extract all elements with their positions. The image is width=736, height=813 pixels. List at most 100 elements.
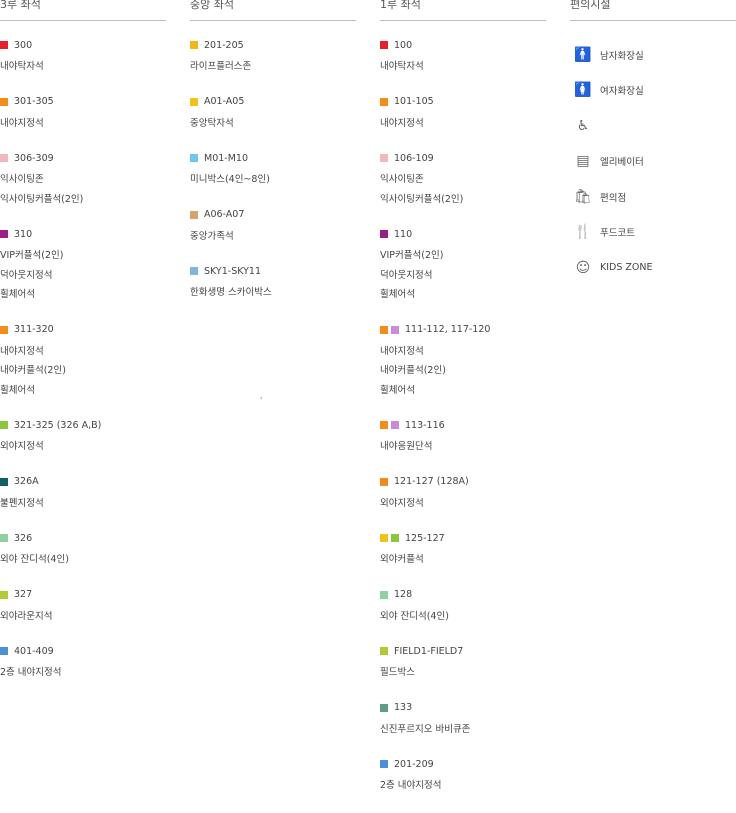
seat-type-label: 외야커플석	[380, 554, 424, 565]
color-swatch	[391, 325, 399, 334]
color-swatch	[190, 267, 198, 275]
section-code: 310	[14, 228, 33, 240]
seat-item-header: 111-112, 117-120	[380, 322, 546, 338]
seat-item: 128 외야 잔디석(4인)	[380, 587, 546, 627]
seat-list: 300 내야탁자석 301-305 내야지정석 306-309 익사이팅존 익사이팅커플석(…	[0, 37, 166, 683]
seat-type-label: 외야라운지석	[0, 610, 53, 622]
seat-item-header: M01-M10	[190, 150, 356, 166]
seat-item: 301-305 내야지정석	[0, 94, 166, 134]
seat-item: 101-105 내야지정석	[380, 94, 546, 134]
seat-item-header: 300	[0, 37, 166, 53]
section-code: 326A	[14, 476, 39, 487]
seat-item-header: A01-A05	[190, 94, 356, 110]
seat-type-label: 미니박스(4인~8인)	[190, 174, 270, 185]
seat-type-label: 익사이팅커플석(2인)	[0, 193, 84, 205]
section-code: 128	[394, 589, 413, 600]
seat-item-header: 125-127	[380, 530, 546, 546]
color-swatch	[190, 41, 198, 49]
seat-type-label: 익사이팅커플석(2인)	[380, 193, 464, 205]
facility-label: KIDS ZONE	[600, 262, 653, 274]
section-code: 201-205	[204, 39, 244, 51]
seat-item: 113-116 내야응원단석	[380, 417, 546, 457]
facility-item: 🚹 남자화장실	[570, 37, 736, 73]
facility-item: 🛍 편의점	[570, 179, 736, 215]
seat-item: 201-205 라이프플러스존	[190, 37, 356, 77]
seat-item: FIELD1-FIELD7 필드박스	[380, 643, 546, 683]
seat-type-label: 익사이팅존	[0, 174, 44, 185]
seat-item-header: 311-320	[0, 322, 166, 338]
seat-item: A01-A05 중앙탁자석	[190, 94, 356, 134]
color-swatch	[190, 154, 198, 162]
seat-type-label: VIP커플석(2인)	[380, 250, 444, 261]
seat-list: 100 내야탁자석 101-105 내야지정석 106-109 익사이팅존익사이팅커플석(…	[380, 37, 546, 796]
section-code: 326	[14, 532, 33, 544]
seat-type-label: 내야지정석	[0, 345, 44, 357]
seat-type-label: 외야 잔디석(4인)	[0, 554, 69, 565]
seat-list: 201-205 라이프플러스존 A01-A05 중앙탁자석 M01-M10 미니박스(4인…	[190, 37, 356, 303]
color-swatch	[0, 534, 8, 542]
color-swatch	[0, 154, 8, 162]
convenience-store-icon: 🛍	[574, 188, 592, 205]
color-swatch	[391, 534, 399, 542]
kids-zone-icon: ☺	[575, 259, 591, 276]
facility-label: 엘리베이터	[600, 157, 644, 169]
column-divider	[0, 20, 166, 21]
color-swatch	[380, 97, 388, 106]
color-swatch	[0, 647, 8, 655]
section-code: 125-127	[405, 532, 445, 544]
color-swatch	[380, 477, 388, 486]
facility-label: 푸드코트	[600, 228, 635, 240]
section-code: 133	[394, 702, 413, 713]
seat-type-label: 익사이팅존	[380, 174, 424, 185]
seat-type-label: 내야지정석	[380, 345, 424, 357]
seat-item-header: SKY1-SKY11	[190, 263, 356, 279]
color-swatch	[380, 760, 388, 768]
color-swatch	[380, 325, 388, 334]
section-code: 121-127 (128A)	[394, 476, 469, 487]
man-icon: 🚹	[574, 46, 592, 63]
seat-item-header: 201-205	[190, 37, 356, 53]
seat-item-header: 106-109	[380, 150, 546, 166]
column-center: 중앙 좌석 201-205 라이프플러스존 A01-A05 중앙탁자석 M01-M10 미…	[190, 0, 356, 320]
facility-label: 편의점	[600, 192, 627, 204]
seat-item-header: 133	[380, 700, 546, 716]
section-code: A01-A05	[204, 96, 245, 107]
color-swatch	[380, 421, 388, 429]
section-code: 321-325 (326 A,B)	[14, 419, 102, 431]
color-swatch	[0, 230, 8, 238]
facility-label: 남자화장실	[600, 50, 644, 62]
column-divider	[190, 20, 356, 21]
seat-type-label: 외야지정석	[380, 497, 424, 509]
section-code: 311-320	[14, 324, 54, 335]
column-divider	[570, 20, 736, 21]
section-code: A06-A07	[204, 209, 245, 220]
color-swatch	[380, 41, 388, 49]
seat-type-label: 2층 내야지정석	[0, 667, 62, 678]
facility-item: ☺ KIDS ZONE	[570, 250, 736, 286]
column-title: 3루 좌석	[0, 0, 41, 11]
column-title: 편의시설	[570, 0, 611, 11]
seat-type-label: 중앙탁자석	[190, 117, 234, 129]
seat-item: 100 내야탁자석	[380, 37, 546, 77]
wheelchair-icon: ♿	[576, 117, 590, 134]
seat-item-header: 128	[380, 587, 546, 603]
color-swatch	[380, 534, 388, 542]
facility-label: 여자화장실	[600, 86, 644, 98]
seat-item-header: 100	[380, 37, 546, 53]
woman-icon: 🚺	[574, 82, 592, 99]
seat-type-label: VIP커플석(2인)	[0, 250, 64, 261]
seat-type-label: 내야탁자석	[0, 61, 44, 72]
seat-item: 201-209 2층 내야지정석	[380, 756, 546, 796]
seat-type-label: 신진푸르지오 바비큐존	[380, 723, 471, 735]
facility-item: ♿	[570, 108, 736, 144]
section-code: 401-409	[14, 645, 54, 657]
seat-item-header: 327	[0, 587, 166, 603]
seat-type-label: 내야응원단석	[380, 441, 433, 452]
seat-type-label: 외야지정석	[0, 441, 44, 452]
seat-item: 300 내야탁자석	[0, 37, 166, 77]
color-swatch	[0, 421, 8, 429]
seat-item: 121-127 (128A) 외야지정석	[380, 474, 546, 514]
section-code: SKY1-SKY11	[204, 265, 262, 277]
facility-list: 🚹 남자화장실 🚺 여자화장실 ♿ ▤ 엘리베이터 🛍 편의점 🍴 푸드코트 ☺ KIDS ZONE	[570, 37, 736, 286]
elevator-icon: ▤	[576, 153, 590, 170]
